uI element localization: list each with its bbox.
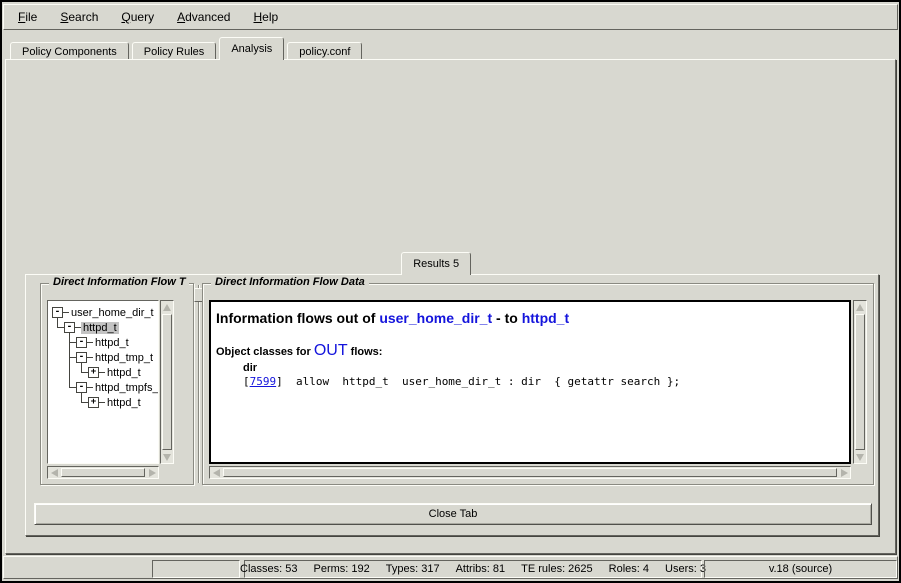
- expander-icon[interactable]: +: [88, 397, 99, 408]
- tree-node[interactable]: -user_home_dir_t: [48, 305, 158, 320]
- tree-node[interactable]: + httpd_t: [48, 365, 158, 380]
- scrollbar-thumb[interactable]: [855, 314, 865, 450]
- stat-classes: Classes: 53: [240, 563, 297, 575]
- results-page: Direct Information Flow T -user_home_dir…: [25, 274, 879, 536]
- flow-data-legend: Direct Information Flow Data: [211, 276, 369, 288]
- menu-help[interactable]: Help: [250, 9, 281, 25]
- tree-node-label[interactable]: httpd_t: [105, 397, 143, 409]
- target-type: httpd_t: [522, 310, 569, 326]
- expander-icon[interactable]: -: [76, 352, 87, 363]
- flow-data-group: Direct Information Flow Data Information…: [202, 283, 874, 485]
- stat-perms: Perms: 192: [314, 563, 370, 575]
- policy-version: v.18 (source): [769, 563, 832, 575]
- flow-subtitle: Object classes for OUT flows:: [211, 342, 849, 360]
- scrollbar-thumb[interactable]: [223, 468, 837, 477]
- tree-hscrollbar[interactable]: [47, 466, 159, 479]
- flow-tree-legend: Direct Information Flow T: [49, 276, 189, 288]
- menu-file[interactable]: File: [15, 9, 40, 25]
- menu-bar: File Search Query Advanced Help: [3, 4, 898, 30]
- object-class-heading: dir: [211, 362, 849, 374]
- expander-icon[interactable]: -: [76, 382, 87, 393]
- analysis-results-group: Analysis Results Empty Tab Results 1 Res…: [16, 235, 884, 545]
- expander-icon[interactable]: +: [88, 367, 99, 378]
- scroll-down-icon[interactable]: [161, 451, 173, 463]
- tab-policy-rules[interactable]: Policy Rules: [132, 42, 217, 60]
- scrollbar-thumb[interactable]: [61, 468, 145, 477]
- flow-data-text[interactable]: Information flows out of user_home_dir_t…: [209, 300, 851, 464]
- tree-node-label[interactable]: httpd_t: [93, 337, 131, 349]
- pane-divider: [198, 285, 200, 483]
- tab-policy-conf[interactable]: policy.conf: [287, 42, 362, 60]
- tree-node[interactable]: -httpd_tmpfs_: [48, 380, 158, 395]
- flow-tree: -user_home_dir_t -httpd_t -httpd_t -http…: [47, 300, 159, 464]
- flow-title: Information flows out of user_home_dir_t…: [211, 310, 849, 326]
- scroll-up-icon[interactable]: [854, 301, 866, 313]
- scrollbar-thumb[interactable]: [162, 314, 172, 450]
- status-stats-panel: Classes: 53 Perms: 192 Types: 317 Attrib…: [244, 560, 702, 578]
- tab-policy-components[interactable]: Policy Components: [10, 42, 129, 60]
- menu-search[interactable]: Search: [57, 9, 101, 25]
- tree-node-label[interactable]: httpd_tmp_t: [93, 352, 155, 364]
- rule-id-link[interactable]: 7599: [250, 375, 277, 388]
- menu-advanced[interactable]: Advanced: [174, 9, 233, 25]
- tree-node-label-selected[interactable]: httpd_t: [81, 322, 119, 334]
- scroll-right-icon[interactable]: [838, 467, 850, 478]
- stat-types: Types: 317: [386, 563, 440, 575]
- expander-icon[interactable]: -: [52, 307, 63, 318]
- tree-node-label[interactable]: httpd_t: [105, 367, 143, 379]
- stat-roles: Roles: 4: [609, 563, 649, 575]
- tree-node-label[interactable]: user_home_dir_t: [69, 307, 156, 319]
- scroll-left-icon[interactable]: [48, 467, 60, 478]
- status-empty-panel: [152, 560, 240, 578]
- tree-node[interactable]: -httpd_t: [48, 335, 158, 350]
- scroll-down-icon[interactable]: [854, 451, 866, 463]
- rule-line: [7599] allow httpd_t user_home_dir_t : d…: [211, 375, 849, 388]
- source-type: user_home_dir_t: [379, 310, 492, 326]
- scroll-up-icon[interactable]: [161, 301, 173, 313]
- expander-icon[interactable]: -: [76, 337, 87, 348]
- stat-te-rules: TE rules: 2625: [521, 563, 593, 575]
- stat-attribs: Attribs: 81: [456, 563, 506, 575]
- tree-node[interactable]: -httpd_tmp_t: [48, 350, 158, 365]
- apol-window: File Search Query Advanced Help Policy C…: [0, 0, 901, 583]
- data-vscrollbar[interactable]: [853, 300, 867, 464]
- expander-icon[interactable]: -: [64, 322, 75, 333]
- main-tab-bar: Policy Components Policy Rules Analysis …: [10, 38, 365, 60]
- scroll-left-icon[interactable]: [210, 467, 222, 478]
- status-version-panel: v.18 (source): [704, 560, 897, 578]
- tree-node-label[interactable]: httpd_tmpfs_: [93, 382, 159, 394]
- close-tab-button[interactable]: Close Tab: [34, 503, 872, 525]
- data-hscrollbar[interactable]: [209, 466, 851, 479]
- menu-query[interactable]: Query: [118, 9, 157, 25]
- tree-node[interactable]: -httpd_t: [48, 320, 158, 335]
- flow-direction: OUT: [314, 342, 348, 359]
- tree-node[interactable]: + httpd_t: [48, 395, 158, 410]
- tree-vscrollbar[interactable]: [160, 300, 174, 464]
- scroll-right-icon[interactable]: [146, 467, 158, 478]
- status-bar: Classes: 53 Perms: 192 Types: 317 Attrib…: [3, 556, 898, 579]
- flow-tree-group: Direct Information Flow T -user_home_dir…: [40, 283, 194, 485]
- tab-analysis[interactable]: Analysis: [219, 37, 284, 60]
- tab-results-5[interactable]: Results 5: [401, 252, 471, 275]
- stat-users: Users: 3: [665, 563, 706, 575]
